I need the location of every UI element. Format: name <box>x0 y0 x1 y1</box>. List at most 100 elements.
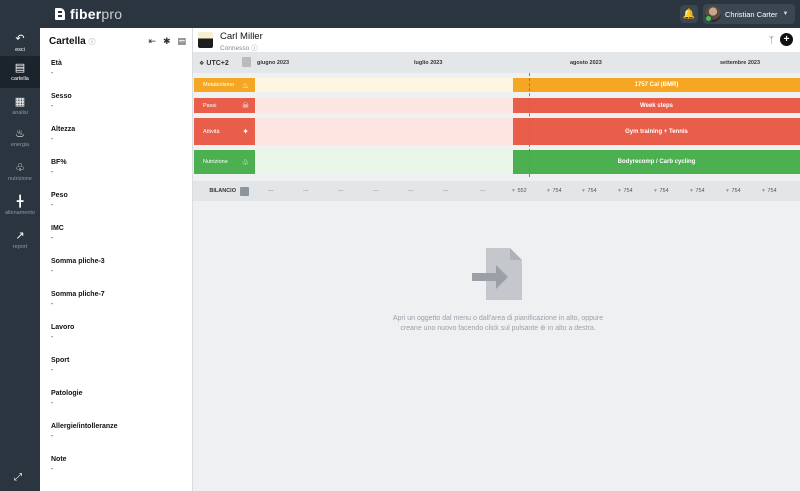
user-menu[interactable]: Christian Carter ▼ <box>703 4 795 24</box>
row-track-metabolismo[interactable] <box>255 78 513 92</box>
triangle-down-icon: ▼ <box>511 188 516 194</box>
avatar <box>705 6 721 22</box>
bilancio-label[interactable]: BILANCIO <box>193 181 255 201</box>
app-logo[interactable]: fiberpro <box>54 6 122 22</box>
bilancio-value: ▼ 754 <box>725 188 741 194</box>
row-label-attivita[interactable]: Attività ✦ <box>194 118 255 145</box>
row-label-metabolismo[interactable]: Metabolismo ♨ <box>194 78 255 92</box>
nav-item-nutrizione[interactable]: ♧ nutrizione <box>0 158 40 188</box>
fullscreen-icon[interactable]: ⤢ <box>14 472 22 483</box>
logo-main-text: fiber <box>70 6 102 22</box>
nav-item-report[interactable]: ↗ report <box>0 226 40 256</box>
plan-bar-nutrizione[interactable]: Bodyrecomp / Carb cycling <box>513 150 800 174</box>
nav-label: nutrizione <box>8 176 32 182</box>
nav-label: energia <box>10 142 30 148</box>
bilancio-value: --- <box>303 188 309 194</box>
clipboard-icon: ▤ <box>14 62 26 74</box>
flame-icon: ♨ <box>15 128 25 140</box>
chart-doc-icon: ▦ <box>14 96 26 108</box>
nav-item-esci[interactable]: ↶ esci <box>0 28 40 56</box>
notifications-button[interactable]: 🔔 <box>680 5 698 23</box>
field-patologie: Patologie - <box>51 390 83 407</box>
patient-name: Carl Miller <box>220 31 263 42</box>
triangle-down-icon: ▼ <box>689 188 694 194</box>
field-somma-pliche-3: Somma pliche-3 - <box>51 258 105 275</box>
bilancio-value: --- <box>443 188 449 194</box>
month-label: giugno 2023 <box>257 60 290 66</box>
bilancio-value: ▼ 754 <box>653 188 669 194</box>
month-label: settembre 2023 <box>720 60 761 66</box>
nav-label: allenamento <box>5 210 35 216</box>
triangle-down-icon: ▼ <box>761 188 766 194</box>
info-icon[interactable]: ⓘ <box>88 39 95 46</box>
bilancio-value: --- <box>480 188 486 194</box>
triangle-down-icon: ▼ <box>617 188 622 194</box>
dumbbell-icon: ╋ <box>16 196 24 208</box>
nav-item-energia[interactable]: ♨ energia <box>0 124 40 154</box>
plan-bar-attivita[interactable]: Gym training + Tennis <box>513 118 800 145</box>
bilancio-value: ▼ 754 <box>617 188 633 194</box>
nav-item-allenamento[interactable]: ╋ allenamento <box>0 192 40 222</box>
add-button[interactable]: + <box>780 33 793 46</box>
row-label-nutrizione[interactable]: Nutrizione ♧ <box>194 150 255 174</box>
user-name: Christian Carter <box>725 9 778 19</box>
field-sesso: Sesso - <box>51 93 72 110</box>
plan-bar-metabolismo[interactable]: 1757 Cal (BMR) <box>513 78 800 92</box>
triangle-down-icon: ▼ <box>581 188 586 194</box>
month-label: agosto 2023 <box>570 60 602 66</box>
timezone-selector[interactable]: ❖ UTC+2 <box>193 53 255 73</box>
patient-avatar <box>198 32 213 48</box>
bilancio-value: --- <box>373 188 379 194</box>
bilancio-value: ▼ 754 <box>546 188 562 194</box>
collapse-panel-icon[interactable]: ⇤ <box>148 36 156 47</box>
row-track-nutrizione[interactable] <box>255 150 513 174</box>
today-marker <box>529 73 530 177</box>
field-peso: Peso - <box>51 192 68 209</box>
empty-state-message: Apri un oggetto dal menu o dall'area di … <box>392 315 604 332</box>
timeline-months[interactable]: giugno 2023 luglio 2023 agosto 2023 sett… <box>255 53 800 73</box>
field-allergie: Allergie/intolleranze - <box>51 423 118 440</box>
main-nav: ↶ esci ▤ cartella ▦ analisi ♨ energia ♧ … <box>0 28 40 491</box>
nav-item-cartella[interactable]: ▤ cartella <box>0 56 40 88</box>
runner-icon: ✦ <box>242 127 249 136</box>
timezone-label: UTC+2 <box>206 59 229 67</box>
pin-icon[interactable]: ✱ <box>163 36 171 47</box>
calendar-icon[interactable] <box>242 57 251 67</box>
chart-icon <box>240 186 249 196</box>
bilancio-value: --- <box>268 188 274 194</box>
row-track-attivita[interactable] <box>255 118 513 145</box>
line-chart-icon: ↗ <box>15 230 25 242</box>
layout-icon[interactable]: ▤ <box>177 36 186 47</box>
field-imc: IMC - <box>51 225 64 242</box>
bilancio-value: ▼ 754 <box>761 188 777 194</box>
bilancio-value: ▼ 754 <box>689 188 705 194</box>
nav-label: report <box>12 244 28 250</box>
info-icon: ❖ <box>199 60 205 67</box>
nav-item-analisi[interactable]: ▦ analisi <box>0 92 40 122</box>
triangle-down-icon: ▼ <box>725 188 730 194</box>
cutlery-icon: ♧ <box>15 162 25 174</box>
field-altezza: Altezza - <box>51 126 76 143</box>
logo-sub-text: pro <box>101 6 123 22</box>
bilancio-value: ▼ 754 <box>581 188 597 194</box>
month-label: luglio 2023 <box>414 60 443 66</box>
bilancio-row: BILANCIO --- --- --- --- --- --- --- ▼ 5… <box>193 181 800 201</box>
branch-icon[interactable]: ᛉ <box>769 35 774 45</box>
bilancio-value: ▼ 552 <box>511 188 527 194</box>
field-lavoro: Lavoro - <box>51 324 75 341</box>
open-document-icon <box>472 248 522 300</box>
fiberpro-logo-icon <box>54 7 66 21</box>
plan-bar-passi[interactable]: Week steps <box>513 98 800 113</box>
field-sport: Sport - <box>51 357 70 374</box>
top-bar: fiberpro 🔔 Christian Carter ▼ <box>0 0 800 28</box>
panel-toolbar: ⇤ ✱ ▤ <box>148 36 186 47</box>
row-label-passi[interactable]: Passi ☠ <box>194 98 255 113</box>
bilancio-value: --- <box>408 188 414 194</box>
field-bf: BF% - <box>51 159 67 176</box>
bell-icon: 🔔 <box>682 8 696 20</box>
back-arrow-icon: ↶ <box>15 33 25 45</box>
info-icon[interactable]: ⓘ <box>251 45 258 52</box>
caret-down-icon: ▼ <box>782 11 789 17</box>
nav-label: esci <box>15 47 25 53</box>
row-track-passi[interactable] <box>255 98 513 113</box>
